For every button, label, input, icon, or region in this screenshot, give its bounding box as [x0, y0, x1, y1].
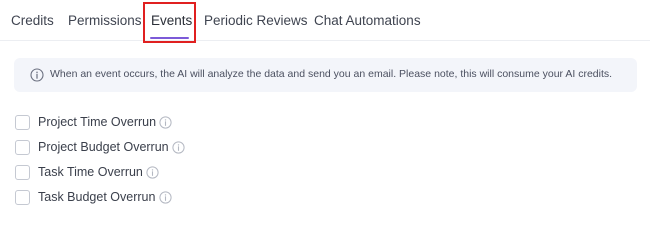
info-circle-icon[interactable] [146, 166, 159, 179]
tab-credits[interactable]: Credits [11, 13, 54, 28]
info-circle-icon[interactable] [159, 116, 172, 129]
tab-bar: Credits Permissions Events Periodic Revi… [0, 0, 650, 41]
option-label: Task Budget Overrun [38, 190, 156, 204]
info-circle-icon[interactable] [172, 141, 185, 154]
tab-periodic-reviews[interactable]: Periodic Reviews [204, 13, 308, 28]
option-label: Project Time Overrun [38, 115, 157, 129]
tab-chat-automations[interactable]: Chat Automations [314, 13, 421, 28]
highlight-annotation-box [143, 2, 196, 43]
info-icon [30, 68, 44, 82]
tab-permissions[interactable]: Permissions [68, 13, 142, 28]
info-banner: When an event occurs, the AI will analyz… [14, 58, 637, 92]
checkbox[interactable] [15, 115, 30, 130]
info-circle-icon[interactable] [159, 191, 172, 204]
option-label: Project Budget Overrun [38, 140, 169, 154]
info-text: When an event occurs, the AI will analyz… [50, 68, 613, 80]
checkbox[interactable] [15, 165, 30, 180]
option-label: Task Time Overrun [38, 165, 143, 179]
checkbox[interactable] [15, 190, 30, 205]
checkbox[interactable] [15, 140, 30, 155]
